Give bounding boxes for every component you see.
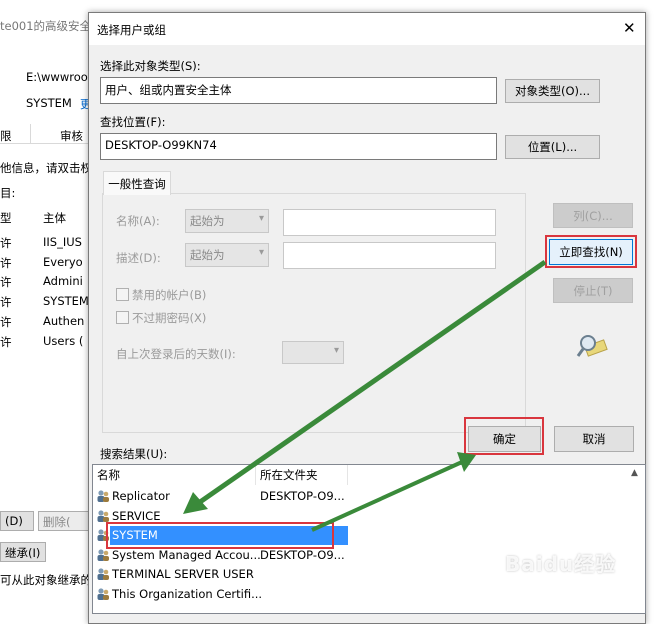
description-input[interactable]: [283, 242, 496, 269]
result-name: TERMINAL SERVER USER: [112, 567, 254, 581]
columns-button[interactable]: 列(C)...: [553, 203, 633, 228]
search-magnifier-icon: [576, 331, 610, 361]
background-row-principal: IIS_IUS: [43, 235, 82, 249]
result-name: Replicator: [112, 489, 170, 503]
background-inherit-button[interactable]: 继承(I): [0, 542, 46, 562]
background-list-label: 目:: [0, 186, 16, 200]
days-since-login-label: 自上次登录后的天数(I):: [116, 347, 236, 361]
result-row[interactable]: Replicator DESKTOP-O9...: [93, 487, 645, 507]
result-name: SERVICE: [112, 508, 161, 523]
location-label: 查找位置(F):: [100, 115, 166, 129]
name-input[interactable]: [283, 209, 496, 236]
background-info-text: 他信息，请双击权: [0, 161, 92, 175]
stop-button[interactable]: 停止(T): [553, 278, 633, 303]
name-match-value: 起始为: [190, 214, 225, 228]
description-label: 描述(D):: [116, 251, 161, 265]
background-inherit-text: 可从此对象继承的: [0, 573, 92, 587]
find-now-highlight: [545, 235, 637, 268]
object-type-label: 选择此对象类型(S):: [100, 59, 201, 73]
chevron-down-icon: ▾: [333, 345, 339, 356]
non-expiring-password-checkbox[interactable]: [116, 311, 129, 324]
user-group-icon: [97, 509, 109, 522]
description-match-select[interactable]: 起始为 ▾: [185, 243, 269, 267]
system-row-highlight: [106, 522, 334, 549]
disabled-accounts-label: 禁用的帐户(B): [132, 288, 207, 302]
background-add-button[interactable]: (D): [0, 511, 34, 531]
background-row-principal: Users (: [43, 333, 84, 348]
background-tab-permissions[interactable]: 限: [0, 128, 12, 144]
background-col-principal: 主体: [43, 211, 66, 225]
tab-general-query[interactable]: 一般性查询: [103, 171, 171, 195]
location-field: DESKTOP-O99KN74: [100, 133, 497, 160]
result-folder: DESKTOP-O9...: [260, 547, 345, 562]
background-path: E:\wwwroot: [26, 70, 93, 84]
disabled-accounts-checkbox[interactable]: [116, 288, 129, 301]
background-window-title: te001的高级安全: [0, 19, 92, 33]
background-row-type: 许: [0, 295, 12, 310]
scroll-up-icon[interactable]: ▲: [631, 468, 638, 478]
background-delete-button[interactable]: 删除(: [38, 511, 90, 531]
background-row-principal: SYSTEM: [43, 294, 89, 309]
background-tab-audit[interactable]: 审核: [60, 128, 83, 144]
cancel-button[interactable]: 取消: [554, 426, 634, 452]
locations-button[interactable]: 位置(L)...: [505, 135, 600, 159]
result-name: System Managed Accou...: [112, 547, 261, 562]
background-row-principal: Everyo: [43, 254, 83, 269]
object-type-field: 用户、组或内置安全主体: [100, 77, 497, 104]
background-row-type: 许: [0, 236, 12, 250]
background-row-type: 许: [0, 314, 12, 329]
result-folder: DESKTOP-O9...: [260, 489, 345, 503]
chevron-down-icon: ▾: [258, 247, 264, 258]
column-header-name[interactable]: 名称: [93, 465, 256, 485]
dialog-titlebar: 选择用户或组 ✕: [89, 13, 645, 45]
user-group-icon: [97, 587, 109, 600]
user-group-icon: [97, 490, 109, 502]
result-row[interactable]: This Organization Certifi...: [93, 585, 645, 605]
name-label: 名称(A):: [116, 214, 160, 228]
dialog-title: 选择用户或组: [97, 23, 166, 37]
user-group-icon: [97, 568, 109, 580]
ok-button-highlight: [464, 417, 544, 455]
column-header-folder[interactable]: 所在文件夹: [256, 465, 348, 485]
result-name: This Organization Certifi...: [112, 586, 263, 601]
background-row-type: 许: [0, 275, 12, 290]
background-row-principal: Authen: [43, 313, 85, 328]
background-col-type: 型: [0, 211, 12, 225]
background-row-principal: Admini: [43, 274, 83, 289]
days-since-login-select[interactable]: ▾: [282, 341, 344, 364]
search-results-label: 搜索结果(U):: [100, 447, 168, 461]
non-expiring-password-label: 不过期密码(X): [132, 311, 207, 325]
background-row-type: 许: [0, 334, 12, 349]
object-types-button[interactable]: 对象类型(O)...: [505, 79, 600, 103]
close-icon[interactable]: ✕: [623, 19, 636, 37]
description-match-value: 起始为: [190, 248, 225, 262]
watermark: Baidu经验: [505, 552, 617, 576]
user-group-icon: [97, 548, 109, 561]
background-owner: SYSTEM: [26, 96, 72, 110]
background-row-type: 许: [0, 255, 12, 270]
chevron-down-icon: ▾: [258, 213, 264, 224]
name-match-select[interactable]: 起始为 ▾: [185, 209, 269, 233]
